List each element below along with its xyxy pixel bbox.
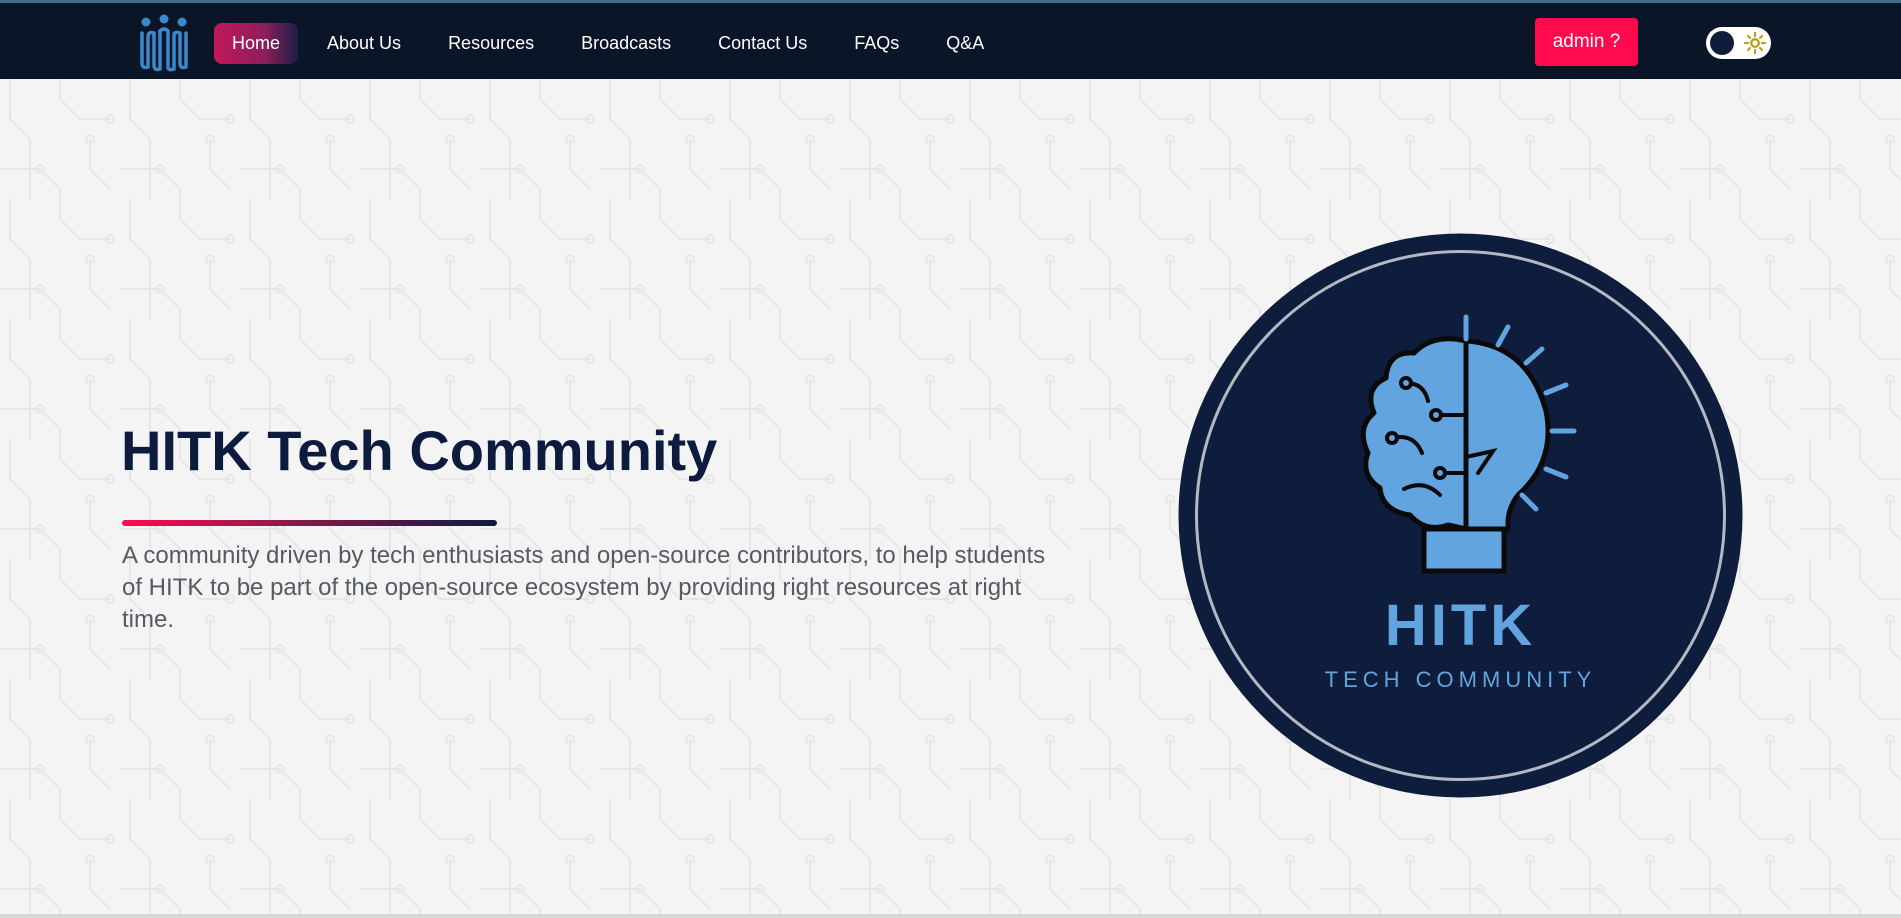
- sun-icon: [1744, 32, 1766, 54]
- theme-toggle[interactable]: [1706, 27, 1771, 59]
- title-underline: [122, 520, 497, 526]
- hitk-badge: HITK TECH COMMUNITY: [1178, 233, 1743, 798]
- hero-description: A community driven by tech enthusiasts a…: [122, 542, 1046, 633]
- hero-title: HITK Tech Community: [121, 419, 718, 482]
- navbar: Home About Us Resources Broadcasts Conta…: [0, 3, 1901, 79]
- nav-resources[interactable]: Resources: [430, 23, 552, 64]
- community-logo-icon[interactable]: [136, 13, 192, 73]
- admin-button[interactable]: admin ?: [1535, 18, 1638, 66]
- nav-links: Home About Us Resources Broadcasts Conta…: [214, 22, 1013, 64]
- bottom-border: [0, 914, 1901, 918]
- nav-broadcasts[interactable]: Broadcasts: [563, 23, 689, 64]
- badge-subtitle: TECH COMMUNITY: [1325, 667, 1597, 692]
- nav-about-us[interactable]: About Us: [309, 23, 419, 64]
- nav-qa[interactable]: Q&A: [928, 23, 1002, 64]
- nav-home[interactable]: Home: [214, 22, 299, 64]
- badge-title: HITK: [1385, 593, 1536, 658]
- toggle-knob: [1710, 31, 1734, 55]
- nav-faqs[interactable]: FAQs: [836, 23, 917, 64]
- nav-contact-us[interactable]: Contact Us: [700, 23, 825, 64]
